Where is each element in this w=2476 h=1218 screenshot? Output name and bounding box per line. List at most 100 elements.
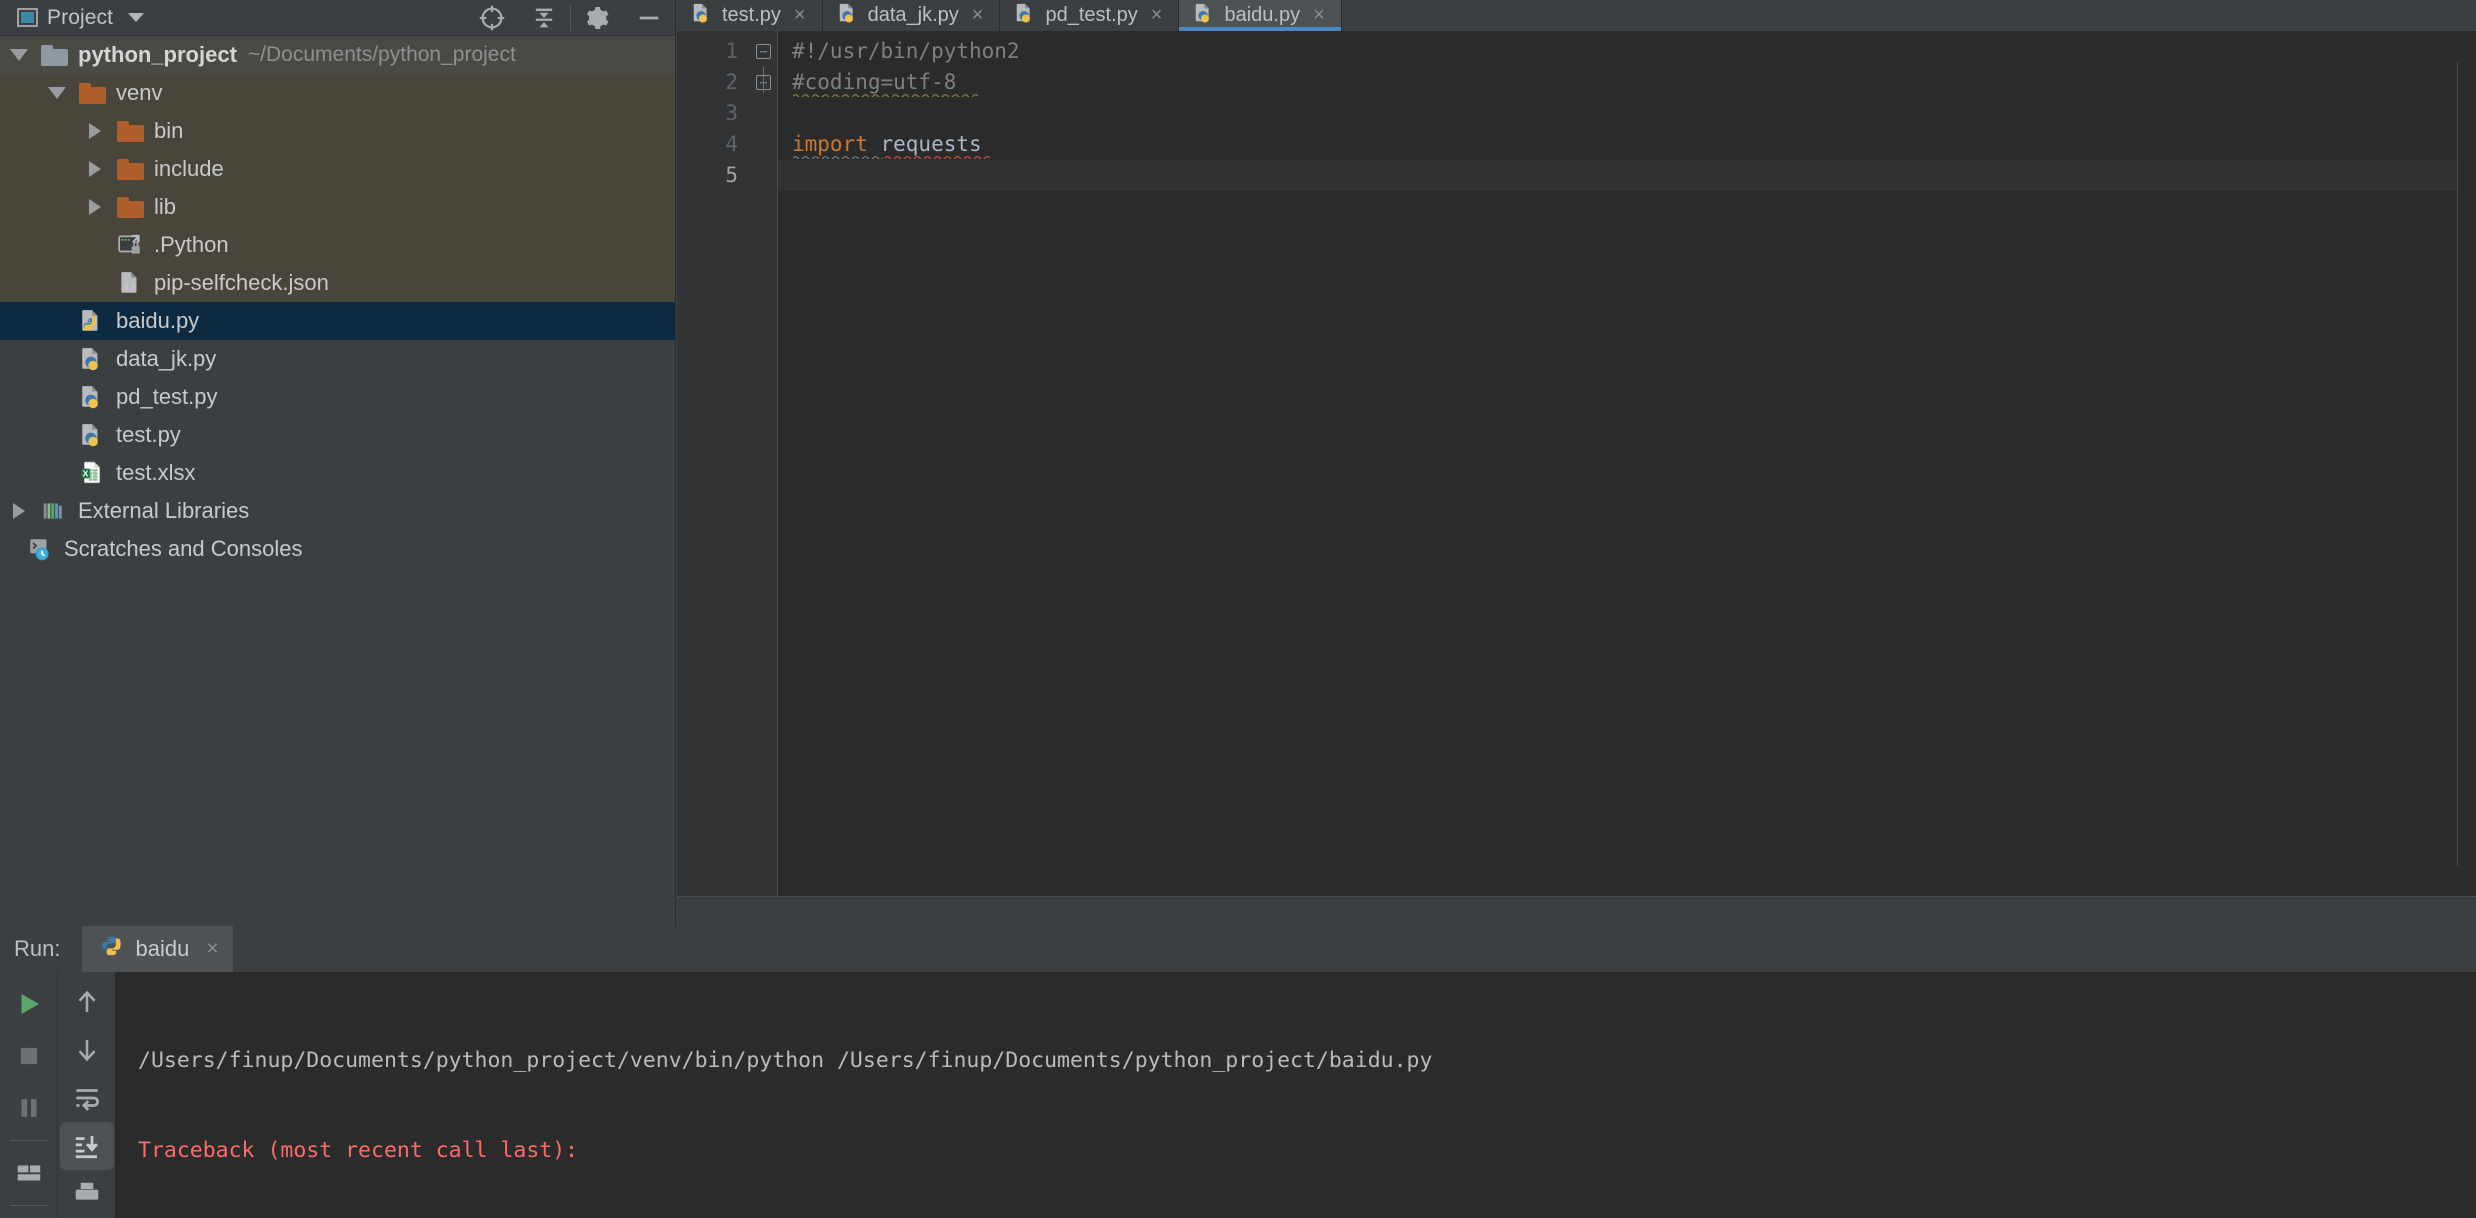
arrow-up-icon[interactable] — [60, 978, 114, 1026]
close-icon[interactable]: × — [794, 4, 806, 27]
rerun-icon[interactable] — [2, 978, 56, 1030]
project-panel-title-group[interactable]: Project — [0, 6, 145, 30]
layout-icon[interactable] — [2, 1147, 56, 1199]
python-file-icon — [1193, 1, 1215, 30]
run-panel-header: Run: baidu × — [0, 926, 2476, 972]
minimize-icon[interactable] — [623, 0, 675, 36]
run-panel-body: /Users/finup/Documents/python_project/ve… — [0, 972, 2476, 1218]
python-file-icon — [76, 384, 108, 410]
tree-row-label: lib — [154, 194, 177, 219]
tree-row-scratches-and-consoles[interactable]: Scratches and Consoles — [0, 530, 675, 568]
line-number: 4 — [725, 132, 738, 156]
toolbar-divider — [9, 1205, 48, 1206]
run-tab-label: baidu — [135, 936, 190, 961]
tree-row-label: python_project — [78, 42, 237, 67]
gear-icon[interactable] — [571, 0, 623, 36]
print-icon[interactable] — [60, 1170, 114, 1218]
chevron-right-icon[interactable] — [89, 199, 101, 215]
expand-arrow-slot[interactable] — [38, 87, 76, 99]
tree-row-bin[interactable]: bin — [0, 112, 675, 150]
tree-row-label: venv — [116, 80, 163, 105]
folder-grey-icon — [38, 44, 70, 66]
spellcheck-squiggle — [793, 156, 884, 159]
tab-pd-test-py[interactable]: pd_test.py × — [1000, 0, 1180, 31]
spellcheck-squiggle — [793, 94, 979, 97]
tree-row-label: baidu.py — [116, 308, 200, 333]
run-console-output[interactable]: /Users/finup/Documents/python_project/ve… — [116, 972, 2476, 1218]
chevron-right-icon[interactable] — [13, 503, 25, 519]
tab-label: pd_test.py — [1045, 4, 1138, 26]
expand-arrow-slot[interactable] — [76, 161, 114, 177]
chevron-down-icon[interactable] — [48, 87, 66, 99]
project-icon — [17, 8, 38, 27]
json-file-icon — [114, 270, 146, 296]
run-toolbar-secondary — [58, 972, 116, 1218]
tree-row-include[interactable]: include — [0, 150, 675, 188]
code-editor[interactable]: 1 2 3 4 5 #!/usr/bin/python2 #coding=utf… — [677, 31, 2476, 896]
tree-row-test-xlsx[interactable]: X test.xlsx — [0, 454, 675, 492]
tree-row-venv[interactable]: venv — [0, 74, 675, 112]
tree-row-pip-selfcheck-json[interactable]: pip-selfcheck.json — [0, 264, 675, 302]
tree-row-test-py[interactable]: test.py — [0, 416, 675, 454]
tree-row-external-libraries[interactable]: External Libraries — [0, 492, 675, 530]
tab-test-py[interactable]: test.py × — [677, 0, 823, 31]
close-icon[interactable]: × — [972, 4, 984, 27]
code-text-area[interactable]: #!/usr/bin/python2 #coding=utf-8 import … — [777, 31, 2476, 896]
code-line-2: #coding=utf-8 — [792, 70, 957, 94]
soft-wrap-icon[interactable] — [60, 1074, 114, 1122]
fold-region-icon[interactable] — [749, 36, 777, 67]
close-icon[interactable]: × — [206, 937, 218, 961]
chevron-right-icon[interactable] — [89, 123, 101, 139]
locate-icon[interactable] — [466, 0, 518, 36]
collapse-all-icon[interactable] — [518, 0, 570, 36]
code-line-1: #!/usr/bin/python2 — [792, 39, 1020, 63]
tree-row-label: External Libraries — [78, 498, 250, 523]
folder-orange-icon — [114, 158, 146, 180]
scroll-to-end-icon[interactable] — [59, 1122, 114, 1170]
tree-row-dot-python[interactable]: .Python — [0, 226, 675, 264]
tree-row-python_project[interactable]: python_project ~/Documents/python_projec… — [0, 36, 675, 74]
editor-vertical-scrollbar[interactable] — [2457, 62, 2476, 866]
close-icon[interactable]: × — [1151, 4, 1163, 27]
tree-row-data-jk-py[interactable]: data_jk.py — [0, 340, 675, 378]
line-number: 2 — [725, 70, 738, 94]
expand-arrow-slot[interactable] — [76, 199, 114, 215]
pycharm-window: Project python_project ~/Documents/pytho… — [0, 0, 2476, 1218]
close-icon[interactable]: × — [1313, 4, 1325, 27]
tree-row-label: bin — [154, 118, 184, 143]
libraries-icon — [38, 498, 70, 524]
error-squiggle — [885, 156, 990, 159]
symlink-file-icon — [114, 232, 146, 258]
svg-text:X: X — [83, 468, 89, 478]
tree-row-label: pd_test.py — [116, 384, 218, 409]
expand-arrow-slot[interactable] — [76, 123, 114, 139]
toolbar-divider — [9, 1140, 48, 1141]
tree-row-label: test.py — [116, 422, 181, 447]
tree-row-baidu-py[interactable]: baidu.py — [0, 302, 675, 340]
project-tree[interactable]: python_project ~/Documents/python_projec… — [0, 36, 675, 926]
chevron-down-icon[interactable] — [10, 49, 28, 61]
tree-row-lib[interactable]: lib — [0, 188, 675, 226]
tab-data-jk-py[interactable]: data_jk.py × — [822, 0, 1001, 31]
tree-row-pd-test-py[interactable]: pd_test.py — [0, 378, 675, 416]
pause-icon[interactable] — [2, 1082, 56, 1134]
project-panel-toolbar — [466, 0, 675, 36]
arrow-down-icon[interactable] — [60, 1026, 114, 1074]
code-folding-gutter[interactable] — [749, 31, 777, 896]
code-line-4: import requests — [792, 132, 982, 156]
editor-tabbar: test.py × data_jk.py × pd_test.py × baid… — [677, 0, 2476, 31]
tree-row-label: data_jk.py — [116, 346, 217, 371]
tab-baidu-py[interactable]: baidu.py × — [1179, 0, 1342, 31]
editor-horizontal-scrollbar[interactable] — [677, 896, 2476, 926]
tab-label: test.py — [722, 4, 781, 26]
stop-icon[interactable] — [2, 1030, 56, 1082]
chevron-down-icon[interactable] — [128, 13, 145, 22]
python-file-icon — [76, 346, 108, 372]
chevron-right-icon[interactable] — [89, 161, 101, 177]
expand-arrow-slot[interactable] — [0, 49, 38, 61]
run-tab-baidu[interactable]: baidu × — [82, 926, 233, 972]
expand-arrow-slot[interactable] — [0, 503, 38, 519]
folder-orange-icon — [114, 120, 146, 142]
python-file-icon — [1014, 1, 1036, 30]
scratches-icon — [24, 536, 56, 562]
